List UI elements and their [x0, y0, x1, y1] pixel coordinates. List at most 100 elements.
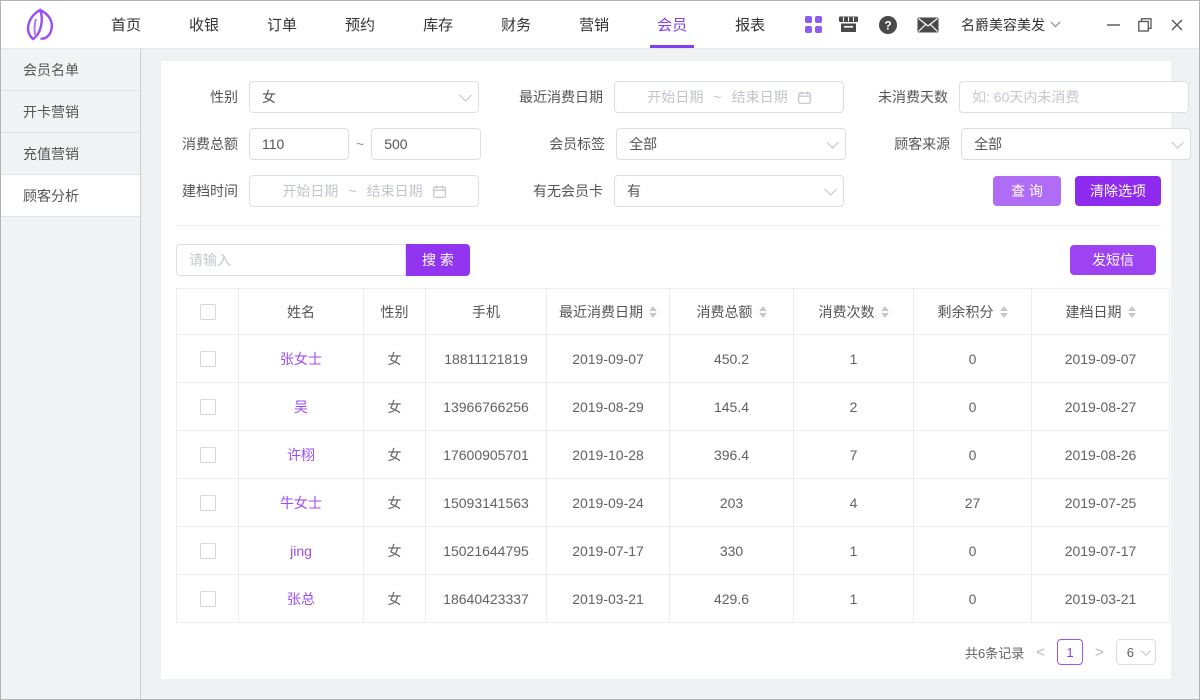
card-value: 有: [627, 181, 641, 201]
cell-points: 0: [914, 527, 1032, 575]
nav-item-cashier[interactable]: 收银: [165, 1, 243, 48]
amount-max-input[interactable]: [371, 128, 481, 160]
member-name-link[interactable]: 张总: [287, 591, 315, 607]
source-label: 顾客来源: [880, 134, 961, 154]
send-sms-button[interactable]: 发短信: [1070, 245, 1156, 275]
cell-amount: 396.4: [670, 431, 794, 479]
row-checkbox[interactable]: [200, 591, 216, 607]
sort-icon[interactable]: [1000, 306, 1008, 318]
row-checkbox[interactable]: [200, 351, 216, 367]
brand-logo-icon: [19, 6, 63, 44]
card-label: 有无会员卡: [513, 181, 614, 201]
nav-item-finance[interactable]: 财务: [477, 1, 555, 48]
page-number-button[interactable]: 1: [1057, 639, 1083, 665]
sidebar-item-card-marketing[interactable]: 开卡营销: [1, 91, 140, 133]
nav-item-label: 财务: [501, 14, 531, 35]
row-checkbox[interactable]: [200, 495, 216, 511]
cell-amount: 330: [670, 527, 794, 575]
nav-item-reports[interactable]: 报表: [711, 1, 789, 48]
filter-total-amount: 消费总额 ~: [176, 128, 481, 160]
filter-recent-date: 最近消费日期 开始日期 ~ 结束日期: [513, 81, 844, 113]
sidebar-item-customer-analysis[interactable]: 顾客分析: [1, 175, 140, 217]
nav-item-home[interactable]: 首页: [87, 1, 165, 48]
cell-phone: 18811121819: [426, 335, 547, 383]
has-card-select[interactable]: 有: [614, 175, 844, 207]
close-button[interactable]: [1169, 17, 1185, 33]
cell-gender: 女: [364, 335, 426, 383]
cell-amount: 145.4: [670, 383, 794, 431]
member-name-link[interactable]: 许栩: [287, 447, 315, 463]
tilde: ~: [713, 89, 721, 105]
account-menu[interactable]: 名爵美容美发: [961, 15, 1061, 35]
cell-gender: 女: [364, 527, 426, 575]
minimize-button[interactable]: [1105, 17, 1121, 33]
page-size-select[interactable]: 6: [1116, 639, 1156, 665]
nav-item-label: 收银: [189, 14, 219, 35]
col-header-name: 姓名: [287, 302, 315, 322]
filter-customer-source: 顾客来源 全部: [880, 128, 1191, 160]
nav-item-members[interactable]: 会员: [633, 1, 711, 48]
cell-created: 2019-03-21: [1032, 575, 1170, 623]
days-input[interactable]: [959, 81, 1189, 113]
member-name-link[interactable]: 张女士: [280, 351, 322, 367]
content-panel: 性别 女 最近消费日期 开始日期 ~ 结束日期: [161, 61, 1171, 679]
member-name-link[interactable]: 牛女士: [280, 495, 322, 511]
restore-button[interactable]: [1137, 17, 1153, 33]
filter-actions: 查 询 清除选项: [844, 176, 1161, 206]
help-icon[interactable]: ?: [877, 15, 899, 35]
members-table: 姓名 性别 手机 最近消费日期 消费总额 消费次数 剩余积分 建档日期: [176, 288, 1156, 623]
gender-select[interactable]: 女: [249, 81, 479, 113]
sort-icon[interactable]: [1128, 306, 1136, 318]
chevron-down-icon: [826, 136, 839, 149]
cell-last-date: 2019-10-28: [547, 431, 670, 479]
select-all-checkbox[interactable]: [200, 304, 216, 320]
next-page-button[interactable]: >: [1095, 645, 1104, 660]
member-name-link[interactable]: 吴: [294, 399, 308, 415]
nav-item-inventory[interactable]: 库存: [399, 1, 477, 48]
col-header-gender: 性别: [381, 302, 409, 322]
search-group: 搜 索: [176, 244, 470, 276]
filter-created-time: 建档时间 开始日期 ~ 结束日期: [176, 175, 479, 207]
search-button[interactable]: 搜 索: [406, 244, 470, 276]
top-navbar: 首页 收银 订单 预约 库存 财务 营销 会员 报表: [1, 1, 1199, 49]
cell-last-date: 2019-03-21: [547, 575, 670, 623]
search-input[interactable]: [176, 244, 406, 276]
chevron-down-icon: [824, 183, 837, 196]
customer-source-select[interactable]: 全部: [961, 128, 1191, 160]
member-tag-select[interactable]: 全部: [616, 128, 846, 160]
table-row: 吴 女 13966766256 2019-08-29 145.4 2 0 201…: [177, 383, 1170, 431]
apps-grid-icon[interactable]: [805, 16, 822, 33]
member-name-link[interactable]: jing: [290, 543, 312, 559]
pagination: 共6条记录 < 1 > 6: [176, 623, 1161, 665]
created-date-range-picker[interactable]: 开始日期 ~ 结束日期: [249, 175, 479, 207]
app-window: 首页 收银 订单 预约 库存 财务 营销 会员 报表: [0, 0, 1200, 700]
recent-date-range-picker[interactable]: 开始日期 ~ 结束日期: [614, 81, 844, 113]
sort-icon[interactable]: [881, 306, 889, 318]
tag-label: 会员标签: [515, 134, 616, 154]
mail-icon[interactable]: [917, 15, 939, 35]
sort-icon[interactable]: [759, 306, 767, 318]
nav-item-orders[interactable]: 订单: [243, 1, 321, 48]
col-header-amount: 消费总额: [697, 302, 753, 322]
cell-points: 0: [914, 335, 1032, 383]
sidebar-item-member-list[interactable]: 会员名单: [1, 49, 140, 91]
sidebar-item-recharge-marketing[interactable]: 充值营销: [1, 133, 140, 175]
cell-created: 2019-07-17: [1032, 527, 1170, 575]
clear-filters-button[interactable]: 清除选项: [1075, 176, 1161, 206]
main-content: 性别 女 最近消费日期 开始日期 ~ 结束日期: [141, 49, 1199, 699]
row-checkbox[interactable]: [200, 543, 216, 559]
table-row: 张女士 女 18811121819 2019-09-07 450.2 1 0 2…: [177, 335, 1170, 383]
sidebar-item-label: 顾客分析: [23, 188, 79, 204]
filter-member-tag: 会员标签 全部: [515, 128, 846, 160]
row-checkbox[interactable]: [200, 399, 216, 415]
cell-times: 7: [794, 431, 914, 479]
row-checkbox[interactable]: [200, 447, 216, 463]
cell-points: 0: [914, 431, 1032, 479]
amount-min-input[interactable]: [249, 128, 349, 160]
store-icon[interactable]: [837, 15, 859, 35]
query-button[interactable]: 查 询: [993, 176, 1061, 206]
prev-page-button[interactable]: <: [1036, 645, 1045, 660]
sort-icon[interactable]: [649, 306, 657, 318]
nav-item-appointments[interactable]: 预约: [321, 1, 399, 48]
nav-item-marketing[interactable]: 营销: [555, 1, 633, 48]
